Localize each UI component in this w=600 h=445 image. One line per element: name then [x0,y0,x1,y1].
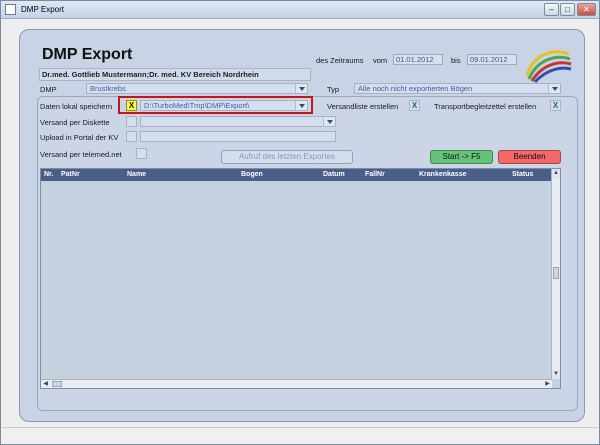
chevron-down-icon[interactable] [295,84,307,93]
close-button[interactable]: ✕ [577,3,596,16]
column-header[interactable]: Bogen [241,171,263,178]
column-header[interactable]: Name [127,171,146,178]
logo-icon [525,50,572,84]
scroll-right-icon[interactable]: ▶ [543,380,552,388]
upload-label: Upload in Portal der KV [40,133,119,142]
scroll-up-icon[interactable]: ▲ [552,169,560,178]
upload-checkbox[interactable] [126,131,137,142]
from-label: vom [373,56,388,65]
dmp-label: DMP [40,85,57,94]
app-heading: DMP Export [42,46,133,63]
versandliste-label: Versandliste erstellen [327,102,399,111]
start-button[interactable]: Start -> F5 [430,150,493,164]
highlight-frame [118,96,313,114]
column-header[interactable]: Datum [323,171,345,178]
diskette-checkbox[interactable] [126,116,137,127]
app-icon [5,4,16,15]
column-header[interactable]: PatNr [61,171,80,178]
end-button[interactable]: Beenden [498,150,561,164]
scroll-left-icon[interactable]: ◀ [41,380,50,388]
window-title: DMP Export [21,5,64,14]
column-header[interactable]: Krankenkasse [419,171,466,178]
diskette-label: Versand per Diskette [40,118,110,127]
scroll-thumb[interactable] [553,267,559,279]
doctor-info: Dr.med. Gottlieb Mustermann;Dr. med. KV … [39,68,311,81]
chevron-down-icon[interactable] [548,84,560,93]
to-date-field[interactable]: 09.01.2012 [467,54,517,65]
vertical-scrollbar[interactable]: ▲ ▼ [551,169,560,379]
versandliste-checkbox[interactable]: X [409,100,420,111]
chevron-down-icon[interactable] [323,117,335,126]
period-label: des Zeitraums [316,56,364,65]
transport-checkbox[interactable]: X [550,100,561,111]
dmp-select[interactable]: Brustkrebs [86,83,308,94]
telemed-label: Versand per telemed.net [40,150,122,159]
application-window: DMP Export – □ ✕ DMP Export Dr.med. Gott… [0,0,600,445]
transport-label: Transportbegleitzettel erstellen [434,102,537,111]
last-export-button[interactable]: Aufruf des letzten Exportes [221,150,353,164]
column-header[interactable]: Nr. [44,171,53,178]
save-local-label: Daten lokal speichern [40,102,113,111]
dmp-value: Brustkrebs [90,84,126,93]
column-header[interactable]: Status [512,171,533,178]
horizontal-scrollbar[interactable]: ◀ ▶ [41,379,552,388]
to-label: bis [451,56,461,65]
telemed-checkbox[interactable] [136,148,147,159]
status-bar [2,427,598,444]
maximize-button[interactable]: □ [560,3,575,16]
scroll-thumb[interactable] [52,381,62,387]
column-header[interactable]: FallNr [365,171,385,178]
title-bar: DMP Export – □ ✕ [1,1,599,19]
diskette-drive-select[interactable] [140,116,336,127]
table-header: Nr. PatNr Name Bogen Datum FallNr Kranke… [41,169,554,181]
export-table[interactable]: Nr. PatNr Name Bogen Datum FallNr Kranke… [40,168,561,389]
upload-field[interactable] [140,131,336,142]
scroll-down-icon[interactable]: ▼ [552,370,560,379]
typ-select[interactable]: Alle noch nicht exportierten Bögen [354,83,561,94]
from-date-field[interactable]: 01.01.2012 [393,54,443,65]
minimize-button[interactable]: – [544,3,559,16]
typ-label: Typ [327,85,340,94]
typ-value: Alle noch nicht exportierten Bögen [358,84,473,93]
